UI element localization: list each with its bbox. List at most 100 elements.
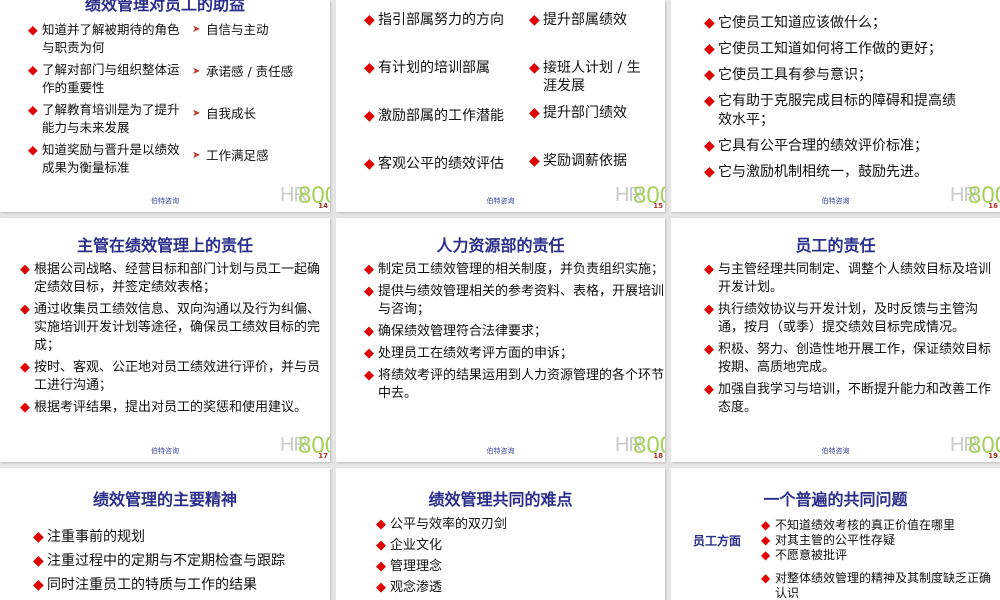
bullet-column: ◆ 根据公司战略、经营目标和部门计划与员工一起确定绩效目标，并签定绩效表格； ◆ 通过… (20, 261, 325, 417)
diamond-bullet-icon: ◆ (704, 15, 715, 31)
bullet-text: 积极、努力、创造性地开展工作，保证绩效目标按期、高质地完成。 (718, 342, 992, 375)
diamond-bullet-icon: ◆ (376, 580, 386, 595)
diamond-bullet-icon: ◆ (28, 142, 38, 157)
bullet-item: ◆ 有计划的培训部属 (364, 59, 524, 107)
diamond-bullet-icon: ◆ (376, 517, 386, 532)
diamond-bullet-icon: ◆ (529, 153, 540, 169)
bullet-text: 它使员工知道应该做什么； (718, 15, 886, 31)
slide-thumbnail[interactable]: 员工的责任 ◆ 与主管经理共同制定、调整个人绩效目标及培训开发计划。 ◆ 执行绩效协议与… (671, 218, 1000, 462)
slide-title: 员工的责任 (795, 236, 876, 255)
bullet-text: 了解对部门与组织整体运作的重要性 (42, 62, 180, 95)
slide-thumbnail[interactable]: 绩效管理共同的难点 ◆ 公平与效率的双刃剑 ◆ 企业文化 ◆ 管理理念 ◆ 观念渗透 (336, 468, 665, 600)
bullet-text: 同时注重员工的特质与工作的结果 (47, 577, 257, 593)
bullet-item: ◆ 激励部属的工作潜能 (364, 107, 524, 155)
bullet-item: ◆ 它有助于克服完成目标的障碍和提高绩效水平； (704, 92, 969, 130)
diamond-bullet-icon: ◆ (529, 12, 540, 28)
bullet-item: ◆ 提升部门绩效 (529, 104, 649, 152)
bullet-column: ◆ 指引部属努力的方向 ◆ 有计划的培训部属 ◆ 激励部属的工作潜能 ◆ 客观公平的绩效评估 (364, 11, 524, 203)
bullet-item: ◆ 对其主管的公平性存疑 (761, 533, 991, 548)
diamond-bullet-icon: ◆ (376, 538, 386, 553)
bullet-text: 它与激励机制相统一，鼓励先进。 (718, 164, 928, 180)
bullet-text: 知道奖励与晋升是以绩效成果为衡量标准 (42, 142, 180, 175)
hr800-logo: HR80015 (615, 182, 665, 210)
diamond-bullet-icon: ◆ (529, 105, 540, 121)
bullet-item: ◆ 不知道绩效考核的真正价值在哪里 (761, 518, 991, 533)
bullet-item: ◆ 制定员工绩效管理的相关制度，并负责组织实施； (364, 261, 665, 279)
slide-thumbnail[interactable]: ◆ 它使员工知道应该做什么； ◆ 它使员工知道如何将工作做的更好； ◆ 它使员工具有参与意… (671, 0, 1000, 212)
bullet-item: ◆ 按时、客观、公正地对员工绩效进行评价，并与员工进行沟通； (20, 359, 325, 395)
bullet-text: 确保绩效管理符合法律要求； (378, 324, 548, 339)
bullet-column: ◆ 与主管经理共同制定、调整个人绩效目标及培训开发计划。 ◆ 执行绩效协议与开发计划，… (704, 261, 994, 417)
diamond-bullet-icon: ◆ (364, 262, 374, 277)
bullet-text: 管理理念 (390, 559, 443, 574)
diamond-bullet-icon: ◆ (704, 382, 714, 397)
slide-thumbnail[interactable]: 绩效管理的主要精神 ◆ 注重事前的规划 ◆ 注重过程中的定期与不定期检查与跟踪 ◆ 同时注重… (0, 468, 330, 600)
bullet-item: ◆ 知道奖励与晋升是以绩效成果为衡量标准 (28, 141, 188, 177)
diamond-bullet-icon: ◆ (364, 60, 375, 76)
bullet-text: 不知道绩效考核的真正价值在哪里 (775, 518, 956, 532)
bullet-text: 知道并了解被期待的角色与职责为何 (42, 22, 180, 55)
bullet-item: ◆ 接班人计划 / 生涯发展 (529, 59, 649, 104)
bullet-text: 企业文化 (390, 538, 443, 553)
bullet-item: ◆ 对整体绩效管理的精神及其制度缺乏正确认识 (761, 571, 991, 600)
bullet-text: 执行绩效协议与开发计划，及时反馈与主管沟通，按月（或季）提交绩效目标完成情况。 (718, 302, 979, 335)
diamond-bullet-icon: ◆ (364, 346, 374, 361)
bullet-item: ◆ 它使员工知道如何将工作做的更好； (704, 40, 969, 59)
bullet-item: ◆ 确保绩效管理符合法律要求； (364, 323, 665, 341)
diamond-bullet-icon: ◆ (33, 577, 44, 593)
slide-thumbnail[interactable]: 主管在绩效管理上的责任 ◆ 根据公司战略、经营目标和部门计划与员工一起确定绩效目标，… (0, 218, 330, 462)
hr800-logo: HR80017 (280, 432, 330, 460)
bullet-item: ◆ 加强自我学习与培训，不断提升能力和改善工作态度。 (704, 381, 994, 417)
diamond-bullet-icon: ◆ (20, 360, 30, 375)
bullet-item: ◆ 根据公司战略、经营目标和部门计划与员工一起确定绩效目标，并签定绩效表格； (20, 261, 325, 297)
bullet-text: 根据考评结果，提出对员工的奖惩和使用建议。 (34, 400, 308, 415)
diamond-bullet-icon: ◆ (20, 262, 30, 277)
bullet-column: ◆ 公平与效率的双刃剑 ◆ 企业文化 ◆ 管理理念 ◆ 观念渗透 (376, 516, 656, 597)
bullet-text: 自我成长 (206, 106, 257, 121)
bullet-text: 公平与效率的双刃剑 (390, 517, 508, 532)
slide-thumbnail[interactable]: 人力资源部的责任 ◆ 制定员工绩效管理的相关制度，并负责组织实施； ◆ 提供与绩效管理相… (336, 218, 665, 462)
arrow-bullet-icon: ➤ (192, 108, 201, 119)
diamond-bullet-icon: ◆ (33, 553, 44, 569)
bullet-item: ➤ 自信与主动 (192, 21, 322, 63)
bullet-item: ◆ 提供与绩效管理相关的参考资料、表格，开展培训与咨询； (364, 283, 665, 319)
bullet-text: 接班人计划 / 生涯发展 (543, 60, 641, 94)
bullet-text: 提升部门绩效 (543, 105, 627, 121)
bullet-column: ➤ 自信与主动 ➤ 承诺感 / 责任感 ➤ 自我成长 ➤ 工作满足感 (192, 21, 322, 189)
slide-title: 绩效管理对员工的助益 (84, 0, 245, 14)
bullet-text: 它使员工具有参与意识； (718, 67, 872, 83)
diamond-bullet-icon: ◆ (376, 559, 386, 574)
bullet-text: 加强自我学习与培训，不断提升能力和改善工作态度。 (718, 382, 992, 415)
bullet-text: 指引部属努力的方向 (378, 12, 504, 28)
bullet-item: ◆ 注重过程中的定期与不定期检查与跟踪 (33, 552, 323, 570)
arrow-bullet-icon: ➤ (192, 150, 201, 161)
slide-side-label: 员工方面 (693, 534, 742, 548)
diamond-bullet-icon: ◆ (761, 571, 771, 585)
slide-thumbnail[interactable]: 一个普遍的共同问题 员工方面 ◆ 不知道绩效考核的真正价值在哪里 ◆ 对其主管的公平性存疑… (671, 468, 1000, 600)
bullet-item: ◆ 指引部属努力的方向 (364, 11, 524, 59)
slide-number: 14 (318, 202, 328, 210)
bullet-item: ◆ 了解对部门与组织整体运作的重要性 (28, 61, 188, 97)
bullet-text: 自信与主动 (206, 22, 269, 37)
diamond-bullet-icon: ◆ (364, 284, 374, 299)
slide-title: 一个普遍的共同问题 (763, 490, 908, 509)
bullet-item: ➤ 自我成长 (192, 105, 322, 147)
bullet-text: 与主管经理共同制定、调整个人绩效目标及培训开发计划。 (718, 262, 992, 295)
bullet-item: ◆ 它使员工具有参与意识； (704, 66, 969, 85)
bullet-item: ◆ 积极、努力、创造性地开展工作，保证绩效目标按期、高质地完成。 (704, 341, 994, 377)
diamond-bullet-icon: ◆ (704, 41, 715, 57)
slide-title: 绩效管理共同的难点 (428, 490, 573, 509)
slide-thumbnail[interactable]: ◆ 指引部属努力的方向 ◆ 有计划的培训部属 ◆ 激励部属的工作潜能 ◆ 客观公平的绩效评估 ◆… (336, 0, 665, 212)
bullet-text: 激励部属的工作潜能 (378, 108, 504, 124)
bullet-item: ◆ 管理理念 (376, 558, 656, 576)
bullet-text: 客观公平的绩效评估 (378, 156, 504, 172)
bullet-column: ◆ 知道并了解被期待的角色与职责为何 ◆ 了解对部门与组织整体运作的重要性 ◆ 了解教育培… (28, 21, 188, 177)
hr800-logo: HR80016 (950, 182, 1000, 210)
bullet-item: ◆ 与主管经理共同制定、调整个人绩效目标及培训开发计划。 (704, 261, 994, 297)
bullet-item: ◆ 不愿意被批评 (761, 548, 991, 563)
diamond-bullet-icon: ◆ (364, 108, 375, 124)
bullet-text: 处理员工在绩效考评方面的申诉； (378, 346, 574, 361)
slide-title: 人力资源部的责任 (436, 236, 565, 255)
slide-thumbnail[interactable]: 绩效管理对员工的助益 ◆ 知道并了解被期待的角色与职责为何 ◆ 了解对部门与组织整体运作… (0, 0, 330, 212)
diamond-bullet-icon: ◆ (20, 400, 30, 415)
